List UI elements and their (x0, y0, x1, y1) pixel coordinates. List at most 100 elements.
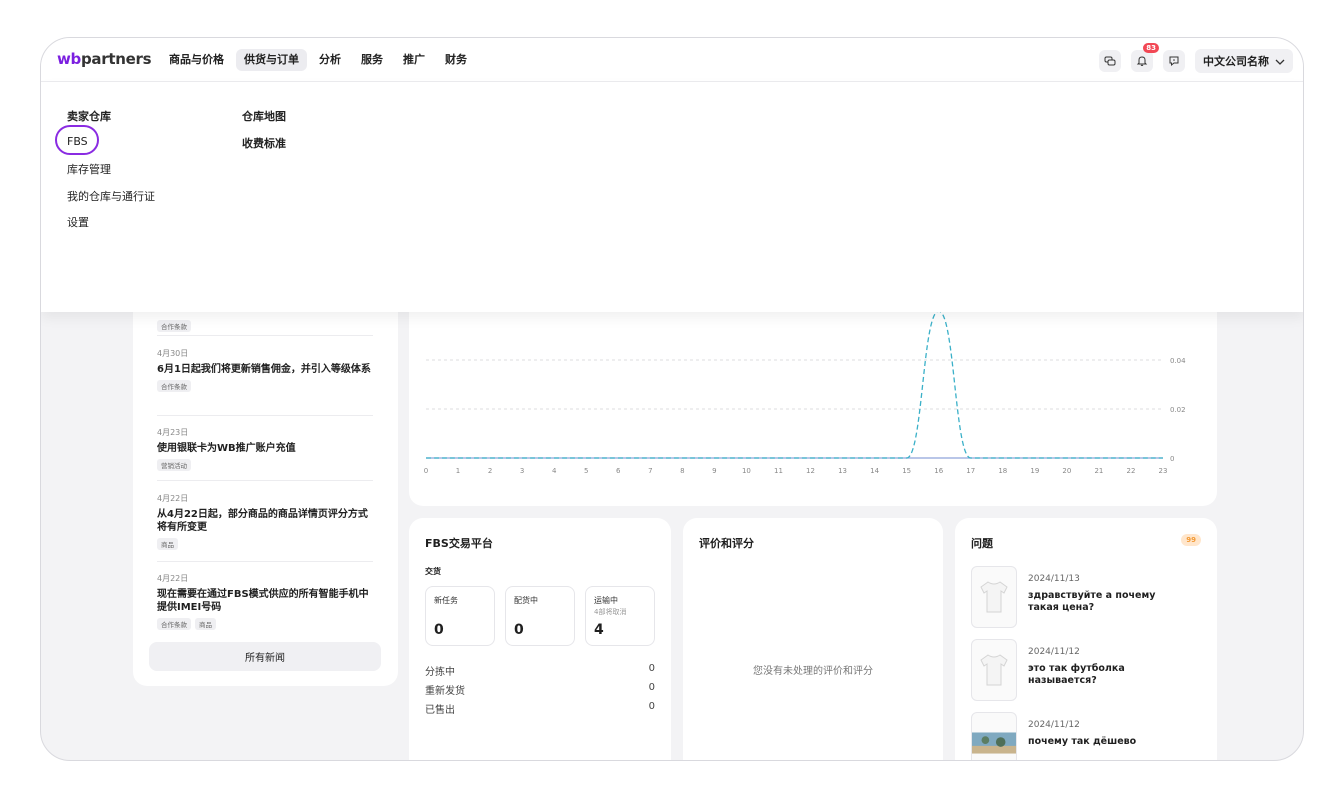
series-line-dashed (425, 310, 1163, 459)
x-tick-label: 20 (1062, 467, 1071, 475)
x-tick-label: 6 (616, 467, 621, 475)
x-tick-label: 4 (552, 467, 557, 475)
menu-item-settings[interactable]: 设置 (67, 214, 155, 241)
x-tick-label: 18 (998, 467, 1007, 475)
news-tag: 合作条款 (157, 320, 191, 332)
question-item[interactable]: 2024/11/12 это так футболка называется? (971, 639, 1201, 701)
questions-title[interactable]: 问题 (971, 535, 993, 551)
tshirt-icon (971, 566, 1017, 628)
stat-assembling[interactable]: 配货中 0 (505, 586, 575, 646)
x-tick-label: 19 (1030, 467, 1039, 475)
fbs-row-sorting[interactable]: 分拣中 0 (425, 663, 655, 678)
row-label: 重新发货 (425, 686, 465, 697)
fbs-card: FBS交易平台 交货 新任务 0 配货中 0 运输中 4部将取消 4 分拣中 0… (409, 518, 671, 760)
news-tag: 合作条款 (157, 380, 191, 392)
question-text: это так футболка называется? (1028, 663, 1125, 686)
menu-item-my-warehouses[interactable]: 我的仓库与通行证 (67, 188, 155, 215)
question-date: 2024/11/13 (1028, 574, 1080, 584)
tshirt-icon (971, 639, 1017, 701)
fbs-row-reshipped[interactable]: 重新发货 0 (425, 682, 655, 697)
stat-value: 0 (514, 622, 524, 638)
y-tick-label: 0 (1170, 455, 1174, 463)
news-item[interactable]: 4月22日 现在需要在通过FBS模式供应的所有智能手机中提供IMEI号码 合作条… (157, 573, 373, 630)
reviews-card: 评价和评分 您没有未处理的评价和评分 (683, 518, 943, 760)
row-label: 分拣中 (425, 667, 455, 678)
question-item[interactable]: 2024/11/13 здравствуйте а почему такая ц… (971, 566, 1201, 628)
menu-item-warehouse-map[interactable]: 仓库地图 (242, 108, 286, 135)
news-title[interactable]: 使用银联卡为WB推广账户充值 (157, 442, 373, 455)
news-card: 合作条款 4月30日 6月1日起我们将更新销售佣金，并引入等级体系 合作条款 4… (133, 268, 398, 686)
header-actions: 83 中文公司名称 (1099, 43, 1293, 73)
fbs-section-label: 交货 (425, 567, 441, 576)
nav-products-prices[interactable]: 商品与价格 (161, 49, 232, 71)
row-value: 0 (648, 682, 655, 693)
y-tick-label: 0.02 (1170, 406, 1186, 414)
x-tick-label: 21 (1094, 467, 1103, 475)
x-tick-label: 10 (742, 467, 751, 475)
notifications-button[interactable]: 83 (1131, 43, 1159, 72)
news-item[interactable]: 4月22日 从4月22日起，部分商品的商品详情页评分方式将有所变更 商品 (157, 493, 373, 550)
news-date: 4月30日 (157, 349, 189, 358)
stat-note: 4部将取消 (594, 608, 627, 616)
question-text: почему так дёшево (1028, 736, 1137, 747)
x-tick-label: 7 (648, 467, 652, 475)
nav-promotion[interactable]: 推广 (395, 49, 433, 71)
chat-button[interactable] (1099, 50, 1121, 72)
menu-item-inventory[interactable]: 库存管理 (67, 161, 155, 188)
nav-finance[interactable]: 财务 (437, 49, 475, 71)
news-date: 4月23日 (157, 428, 189, 437)
x-tick-label: 11 (774, 467, 783, 475)
stat-new-tasks[interactable]: 新任务 0 (425, 586, 495, 646)
questions-card: 问题 99 2024/11/13 здравствуйте а почему т… (955, 518, 1217, 760)
x-tick-label: 9 (712, 467, 716, 475)
nav-analytics[interactable]: 分析 (311, 49, 349, 71)
stat-value: 0 (434, 622, 444, 638)
stat-label: 运输中 (594, 596, 618, 605)
nav-supply-orders[interactable]: 供货与订单 (236, 49, 307, 71)
x-tick-label: 13 (838, 467, 847, 475)
news-item[interactable]: 4月30日 6月1日起我们将更新销售佣金，并引入等级体系 合作条款 (157, 348, 373, 392)
notification-badge: 83 (1143, 43, 1159, 53)
x-tick-label: 17 (966, 467, 975, 475)
x-tick-label: 16 (934, 467, 943, 475)
bell-icon (1136, 52, 1148, 71)
y-tick-label: 0.04 (1170, 357, 1186, 365)
news-date: 4月22日 (157, 494, 189, 503)
question-item[interactable]: 2024/11/12 почему так дёшево (971, 712, 1201, 760)
nav-services[interactable]: 服务 (353, 49, 391, 71)
news-item[interactable]: 4月23日 使用银联卡为WB推广账户充值 营销活动 (157, 427, 373, 471)
x-tick-label: 12 (806, 467, 815, 475)
news-tags: 合作条款 (157, 320, 191, 332)
news-tag: 商品 (157, 538, 178, 550)
company-selector[interactable]: 中文公司名称 (1195, 49, 1293, 73)
row-value: 0 (648, 663, 655, 674)
news-title[interactable]: 6月1日起我们将更新销售佣金，并引入等级体系 (157, 363, 373, 376)
row-value: 0 (648, 701, 655, 712)
feedback-button[interactable] (1163, 50, 1185, 72)
divider (157, 415, 373, 416)
news-title[interactable]: 从4月22日起，部分商品的商品详情页评分方式将有所变更 (157, 508, 373, 534)
divider (157, 335, 373, 336)
x-tick-label: 5 (584, 467, 588, 475)
wbpartners-logo[interactable]: wbpartners (57, 50, 152, 68)
x-tick-label: 14 (870, 467, 879, 475)
all-news-button[interactable]: 所有新闻 (149, 642, 381, 671)
top-header: wbpartners 商品与价格 供货与订单 分析 服务 推广 财务 83 中文… (41, 38, 1303, 82)
chevron-down-icon (1275, 55, 1285, 68)
x-tick-label: 8 (680, 467, 684, 475)
fbs-title[interactable]: FBS交易平台 (425, 535, 493, 551)
news-tag: 商品 (195, 618, 216, 630)
row-label: 已售出 (425, 705, 455, 716)
x-tick-label: 1 (456, 467, 460, 475)
question-text: здравствуйте а почему такая цена? (1028, 590, 1156, 613)
menu-column-info: 仓库地图 收费标准 (242, 108, 286, 161)
menu-item-tariffs[interactable]: 收费标准 (242, 135, 286, 162)
news-title[interactable]: 现在需要在通过FBS模式供应的所有智能手机中提供IMEI号码 (157, 588, 373, 614)
questions-count-badge: 99 (1181, 534, 1201, 546)
stat-in-transit[interactable]: 运输中 4部将取消 4 (585, 586, 655, 646)
reviews-title[interactable]: 评价和评分 (699, 535, 754, 551)
news-tag: 合作条款 (157, 618, 191, 630)
x-tick-label: 0 (424, 467, 428, 475)
fbs-row-sold[interactable]: 已售出 0 (425, 701, 655, 716)
main-nav: 商品与价格 供货与订单 分析 服务 推广 财务 (161, 49, 475, 71)
